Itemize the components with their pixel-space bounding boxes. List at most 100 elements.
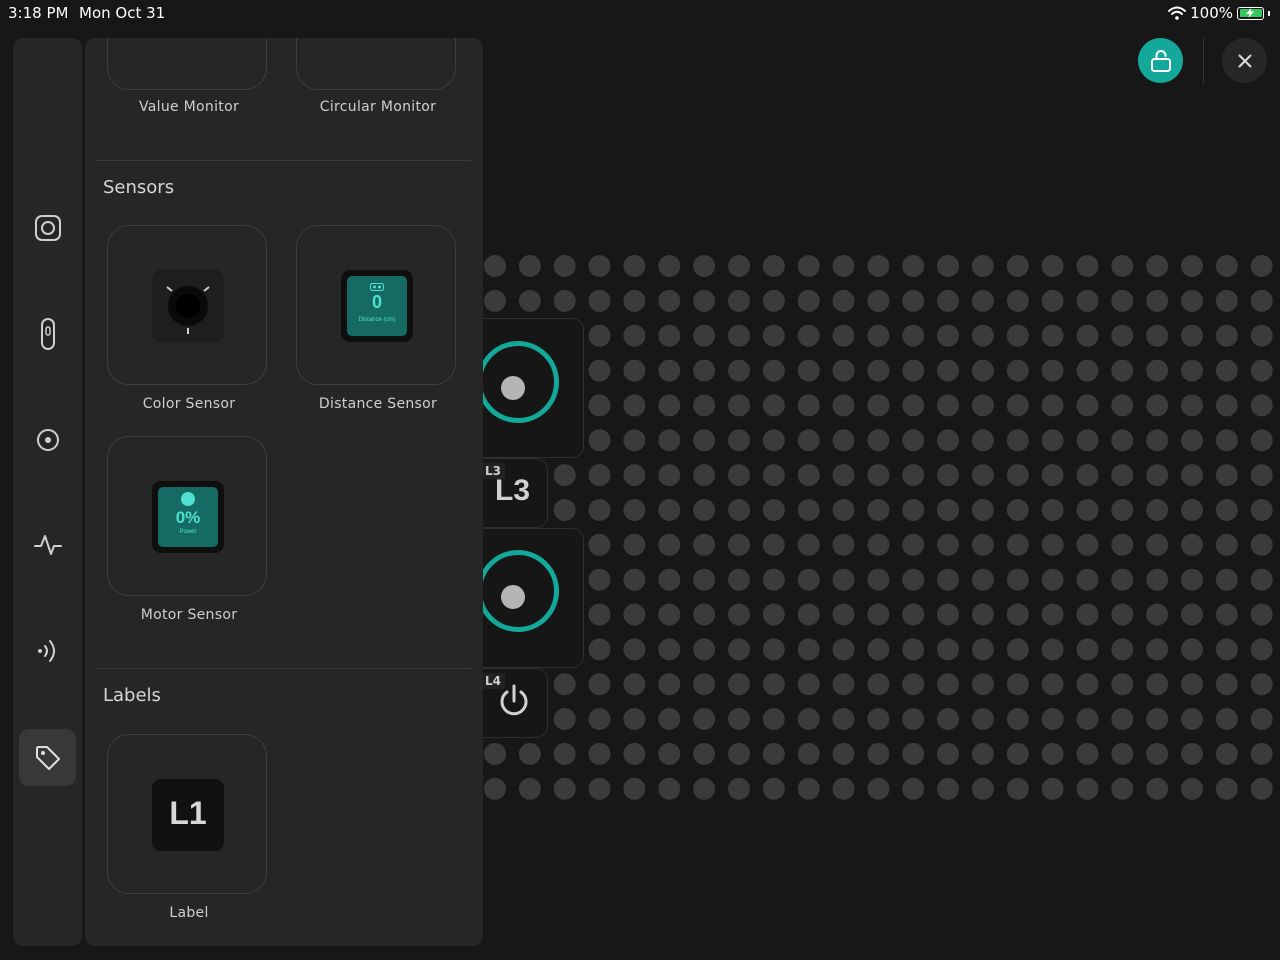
- grid-dot: [867, 289, 890, 312]
- grid-dot: [867, 324, 890, 347]
- grid-dot: [1215, 638, 1238, 661]
- grid-dot: [762, 742, 785, 765]
- grid-dot: [1181, 777, 1203, 800]
- grid-dot: [623, 533, 646, 556]
- motor-sensor-tile[interactable]: 0% Power: [107, 436, 267, 596]
- circular-monitor-tile[interactable]: [296, 38, 456, 90]
- lock-button[interactable]: [1138, 38, 1183, 83]
- grid-dot: [832, 255, 855, 277]
- grid-dot: [1215, 359, 1238, 382]
- label-tile-label: Label: [169, 905, 209, 921]
- grid-dot: [902, 324, 925, 347]
- grid-dot: [1146, 568, 1169, 591]
- grid-dot: [902, 568, 925, 591]
- grid-dot: [1146, 499, 1169, 521]
- grid-dot: [1006, 777, 1029, 800]
- grid-dot: [623, 568, 646, 591]
- grid-dot: [762, 324, 785, 347]
- grid-dot: [867, 742, 890, 765]
- rail-item-sound[interactable]: [19, 622, 76, 679]
- rail-item-remote[interactable]: [19, 305, 76, 362]
- grid-dot: [1250, 742, 1273, 765]
- grid-dot: [693, 394, 716, 417]
- grid-dot: [588, 464, 611, 487]
- grid-dot: [797, 673, 820, 696]
- grid-dot: [658, 742, 681, 765]
- grid-dot: [1006, 568, 1029, 591]
- status-right: 100%: [1168, 4, 1270, 22]
- grid-dot: [1215, 289, 1238, 312]
- grid-dot: [518, 777, 541, 800]
- value-monitor-tile[interactable]: [107, 38, 267, 90]
- grid-dot: [588, 394, 611, 417]
- grid-dot: [1250, 255, 1273, 277]
- grid-dot: [728, 464, 750, 487]
- grid-dot: [588, 708, 611, 730]
- grid-dot: [1181, 499, 1203, 521]
- joystick-knob[interactable]: [501, 376, 525, 400]
- grid-dot: [1076, 324, 1099, 347]
- grid-dot: [728, 638, 750, 661]
- rail-item-camera[interactable]: [19, 199, 76, 256]
- grid-dot: [971, 568, 994, 591]
- grid-dot: [1006, 324, 1029, 347]
- rail-item-monitor[interactable]: [19, 516, 76, 573]
- grid-dot: [1215, 394, 1238, 417]
- joystick-knob[interactable]: [501, 585, 525, 609]
- grid-dot: [762, 429, 785, 452]
- motor-sensor-label: Motor Sensor: [140, 607, 238, 623]
- grid-dot: [623, 255, 646, 277]
- close-icon: [1238, 54, 1251, 67]
- grid-dot: [937, 359, 959, 382]
- grid-dot: [553, 464, 576, 487]
- grid-dot: [1250, 499, 1273, 521]
- grid-dot: [693, 359, 716, 382]
- rail-item-target[interactable]: [19, 411, 76, 468]
- grid-dot: [1076, 289, 1099, 312]
- grid-dot: [902, 742, 925, 765]
- distance-sensor-tile[interactable]: 0 Distance (cm): [296, 225, 456, 385]
- grid-dot: [588, 324, 611, 347]
- label-tile[interactable]: L1: [107, 734, 267, 894]
- grid-dot: [1006, 638, 1029, 661]
- grid-dot: [658, 708, 681, 730]
- grid-dot: [693, 533, 716, 556]
- grid-dot: [728, 603, 750, 626]
- grid-dot: [867, 708, 890, 730]
- color-sensor-tile[interactable]: [107, 225, 267, 385]
- grid-dot: [1215, 429, 1238, 452]
- grid-dot: [1146, 603, 1169, 626]
- grid-dot: [867, 533, 890, 556]
- grid-dot: [1146, 464, 1169, 487]
- grid-dot: [553, 289, 576, 312]
- grid-dot: [1041, 568, 1064, 591]
- close-button[interactable]: [1222, 38, 1267, 83]
- grid-dot: [484, 777, 506, 800]
- camera-square-icon: [34, 214, 61, 241]
- grid-dot: [762, 568, 785, 591]
- grid-dot: [832, 359, 855, 382]
- grid-dot: [1250, 324, 1273, 347]
- grid-dot: [797, 289, 820, 312]
- grid-dot: [797, 464, 820, 487]
- motor-sensor-thumb: 0% Power: [152, 481, 224, 553]
- grid-dot: [832, 777, 855, 800]
- grid-dot: [623, 603, 646, 626]
- grid-dot: [1041, 742, 1064, 765]
- rail-item-labels[interactable]: [19, 729, 76, 786]
- grid-dot: [902, 394, 925, 417]
- grid-dot: [1006, 742, 1029, 765]
- grid-dot: [588, 289, 611, 312]
- grid-dot: [1181, 255, 1203, 277]
- grid-dot: [588, 673, 611, 696]
- grid-dot: [971, 359, 994, 382]
- grid-dot: [1076, 255, 1099, 277]
- label-text: L3: [495, 474, 531, 507]
- grid-dot: [588, 742, 611, 765]
- grid-dot: [693, 673, 716, 696]
- grid-dot: [1111, 673, 1134, 696]
- grid-dot: [867, 777, 890, 800]
- grid-dot: [797, 324, 820, 347]
- widget-panel[interactable]: Value Monitor Circular Monitor Sensors C…: [85, 38, 483, 946]
- grid-dot: [1076, 464, 1099, 487]
